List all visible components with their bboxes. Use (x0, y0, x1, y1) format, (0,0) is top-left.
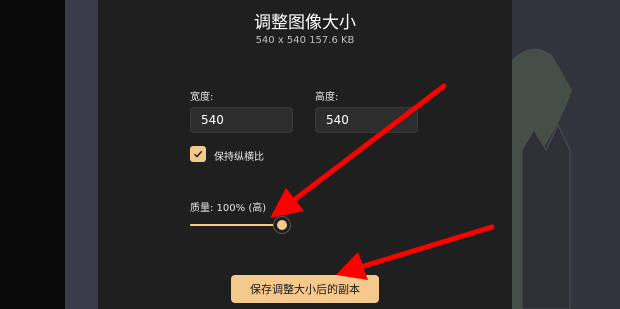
background-image-right (512, 0, 620, 309)
image-info: 540 x 540 157.6 KB (255, 35, 355, 46)
width-label: 宽度: (190, 92, 214, 103)
height-label: 高度: (315, 92, 339, 103)
slider-fill (190, 224, 278, 226)
keep-aspect-checkbox[interactable] (190, 146, 206, 162)
save-resized-copy-button[interactable]: 保存调整大小后的副本 (231, 275, 379, 303)
slider-thumb[interactable] (273, 216, 291, 234)
width-input[interactable] (190, 107, 293, 133)
keep-aspect-label: 保持纵横比 (214, 152, 264, 163)
background-image-left (65, 0, 98, 309)
resize-dialog: 调整图像大小 540 x 540 157.6 KB 宽度: 高度: 保持纵横比 … (98, 0, 512, 309)
quality-slider[interactable] (190, 215, 291, 235)
dialog-title: 调整图像大小 (254, 13, 356, 33)
height-input[interactable] (315, 107, 418, 133)
quality-label: 质量: 100% (高) (190, 203, 267, 214)
checkmark-icon (194, 150, 203, 158)
